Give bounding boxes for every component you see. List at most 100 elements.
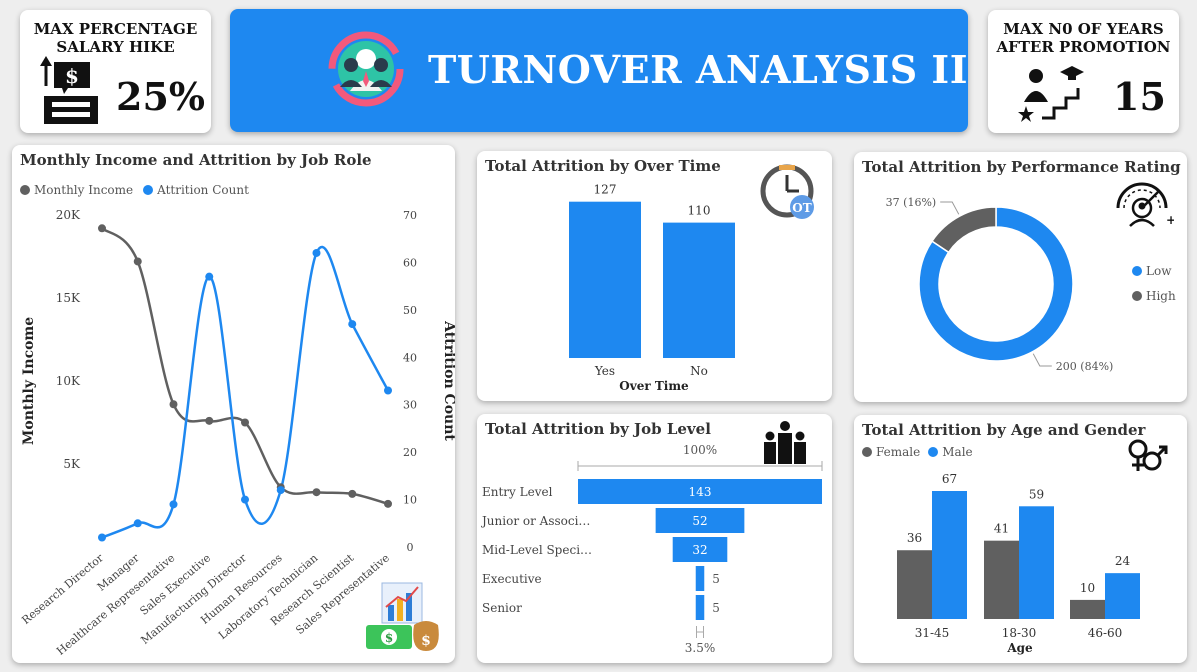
bar-overtime [569, 201, 641, 358]
y2-tick-label: 50 [403, 304, 417, 317]
bar-value-label: 36 [907, 531, 922, 545]
y2-tick-label: 40 [403, 351, 417, 364]
kpi-title-line1: MAX PERCENTAGE [33, 20, 198, 38]
y2-tick-label: 20 [403, 446, 417, 459]
slice-leader-line [1032, 353, 1052, 367]
attrition-point [384, 386, 392, 395]
attrition-point [133, 519, 142, 528]
salary-hike-icon: $ [40, 56, 98, 124]
bar-overtime [663, 222, 735, 358]
title-banner: TURNOVER ANALYSIS II [230, 9, 968, 132]
legend-low-swatch [1132, 266, 1142, 276]
series-line-monthly-income [101, 227, 389, 506]
bar-male [932, 491, 967, 619]
svg-text:$: $ [65, 64, 79, 88]
team-turnover-icon [328, 31, 404, 107]
funnel-bar [695, 566, 705, 591]
legend-low-label: Low [1146, 264, 1172, 278]
income-point [205, 416, 214, 425]
x-tick-label: 31-45 [915, 626, 950, 640]
income-point [348, 489, 357, 498]
y2-tick-label: 60 [403, 256, 417, 269]
legend-high-label: High [1146, 289, 1176, 303]
income-point [98, 224, 106, 233]
overtime-card: Total Attrition by Over Time OT 127 Yes 11… [477, 151, 832, 401]
bar-male [1105, 573, 1140, 619]
kpi-title-line1: MAX N0 OF YEARS [1003, 20, 1164, 38]
bar-male [1019, 506, 1054, 619]
attrition-point [348, 320, 357, 329]
funnel-value-label: 52 [692, 514, 707, 528]
y2-tick-label: 0 [407, 541, 414, 554]
income-attrition-card: Monthly Income and Attrition by Job Role… [12, 145, 455, 663]
attrition-point [169, 500, 178, 509]
dashboard-title: TURNOVER ANALYSIS II [428, 47, 968, 92]
funnel-category-label: Senior [482, 601, 522, 615]
agegender-chart: 36 67 31-45 41 59 18-30 10 24 46-60 Age [897, 472, 1140, 655]
income-point [133, 257, 142, 266]
funnel-category-label: Entry Level [482, 485, 553, 499]
y2-tick-label: 10 [403, 494, 417, 507]
attrition-point [205, 272, 214, 281]
bar-female [897, 550, 932, 619]
attrition-point [98, 533, 106, 542]
slice-leader-line [940, 201, 960, 215]
income-point [241, 418, 249, 427]
bar-female [984, 540, 1019, 619]
funnel-category-label: Mid-Level Speci… [482, 543, 592, 557]
y2-tick-label: 70 [403, 209, 417, 222]
x-tick-label: 18-30 [1002, 626, 1037, 640]
funnel-bottom-label: 3.5% [685, 641, 716, 655]
legend-high-swatch [1132, 291, 1142, 301]
joblevel-chart: 100% Entry Level 143 Junior or Associ… 52 Mid… [480, 443, 823, 655]
x-tick-label: 46-60 [1088, 626, 1123, 640]
kpi-value-salary-hike: 25% [116, 74, 205, 119]
y-axis-label: Monthly Income [21, 317, 37, 445]
funnel-value-label: 32 [692, 543, 707, 557]
bar-value-label: 110 [688, 204, 711, 218]
overtime-chart: 127 Yes 110 NoOver Time [569, 183, 735, 393]
joblevel-card: Total Attrition by Job Level 100% Entry L… [477, 414, 832, 663]
x-axis-label: Age [1006, 641, 1033, 655]
kpi-card-salary-hike: MAX PERCENTAGE SALARY HIKE $ 25% [20, 10, 211, 133]
funnel-category-label: Junior or Associ… [480, 514, 590, 528]
bar-female [1070, 599, 1105, 619]
funnel-value-label: 143 [689, 485, 712, 499]
y-tick-label: 20K [56, 208, 81, 222]
performance-legend-high: High [1132, 289, 1176, 303]
bar-value-label: 41 [994, 522, 1009, 536]
x-tick-label: No [690, 364, 708, 378]
y2-axis-label: Attrition Count [441, 320, 455, 441]
y-tick-label: 5K [63, 457, 81, 471]
slice-value-label: 200 (84%) [1056, 360, 1114, 373]
agegender-card: Total Attrition by Age and Gender Female… [854, 415, 1187, 663]
funnel-value-label: 5 [712, 572, 720, 586]
svg-text:$: $ [385, 631, 393, 645]
kpi-card-years-after-promotion: MAX N0 OF YEARS AFTER PROMOTION 15 [988, 10, 1179, 133]
attrition-point [312, 248, 321, 257]
x-axis-label: Over Time [619, 379, 689, 393]
kpi-title-line2: SALARY HIKE [56, 38, 175, 56]
x-tick-label: Yes [594, 364, 615, 378]
bar-value-label: 127 [594, 183, 617, 197]
attrition-point [276, 486, 285, 495]
promotion-icon [1018, 66, 1084, 122]
donut-slice [930, 206, 997, 254]
svg-text:$: $ [421, 633, 431, 649]
funnel-top-label: 100% [683, 443, 717, 457]
kpi-title-line2: AFTER PROMOTION [996, 38, 1171, 56]
kpi-value-years-after-promotion: 15 [1113, 74, 1166, 119]
money-growth-icon: $ $ [366, 582, 439, 651]
attrition-point [241, 495, 249, 504]
y-tick-label: 15K [56, 291, 81, 305]
income-point [312, 488, 321, 497]
funnel-value-label: 5 [712, 601, 720, 615]
bar-value-label: 10 [1080, 581, 1095, 595]
slice-value-label: 37 (16%) [886, 196, 937, 209]
income-point [384, 499, 392, 508]
bar-value-label: 59 [1029, 487, 1044, 501]
bar-value-label: 24 [1115, 554, 1131, 568]
bar-value-label: 67 [942, 472, 957, 486]
funnel-category-label: Executive [482, 572, 542, 586]
performance-legend-low: Low [1132, 264, 1171, 278]
